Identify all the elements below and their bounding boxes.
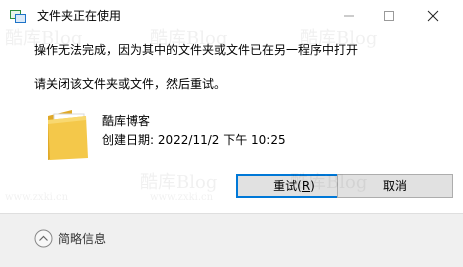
- folder-icon: [48, 110, 88, 160]
- cancel-button[interactable]: 取消: [337, 174, 453, 198]
- details-footer: 简略信息: [0, 213, 463, 267]
- retry-label: 重试(: [273, 179, 302, 193]
- error-message: 操作无法完成，因为其中的文件夹或文件已在另一程序中打开: [34, 43, 359, 57]
- close-button[interactable]: [410, 0, 456, 32]
- less-details-toggle[interactable]: 简略信息: [58, 230, 106, 248]
- folder-transfer-icon: [10, 10, 26, 23]
- minimize-icon: [344, 15, 354, 17]
- retry-accesskey: R: [301, 179, 311, 193]
- title-bar[interactable]: 文件夹正在使用: [0, 0, 463, 32]
- window-title: 文件夹正在使用: [37, 9, 122, 23]
- retry-button[interactable]: 重试(R): [236, 174, 352, 198]
- instruction-message: 请关闭该文件夹或文件，然后重试。: [34, 77, 227, 91]
- file-name: 酷库博客: [102, 114, 151, 128]
- chevron-up-icon[interactable]: [34, 229, 53, 248]
- close-icon: [427, 10, 439, 22]
- retry-label-end: ): [310, 179, 315, 193]
- maximize-button[interactable]: [366, 0, 412, 32]
- maximize-icon: [384, 11, 394, 21]
- file-created-date: 创建日期: 2022/11/2 下午 10:25: [102, 133, 286, 147]
